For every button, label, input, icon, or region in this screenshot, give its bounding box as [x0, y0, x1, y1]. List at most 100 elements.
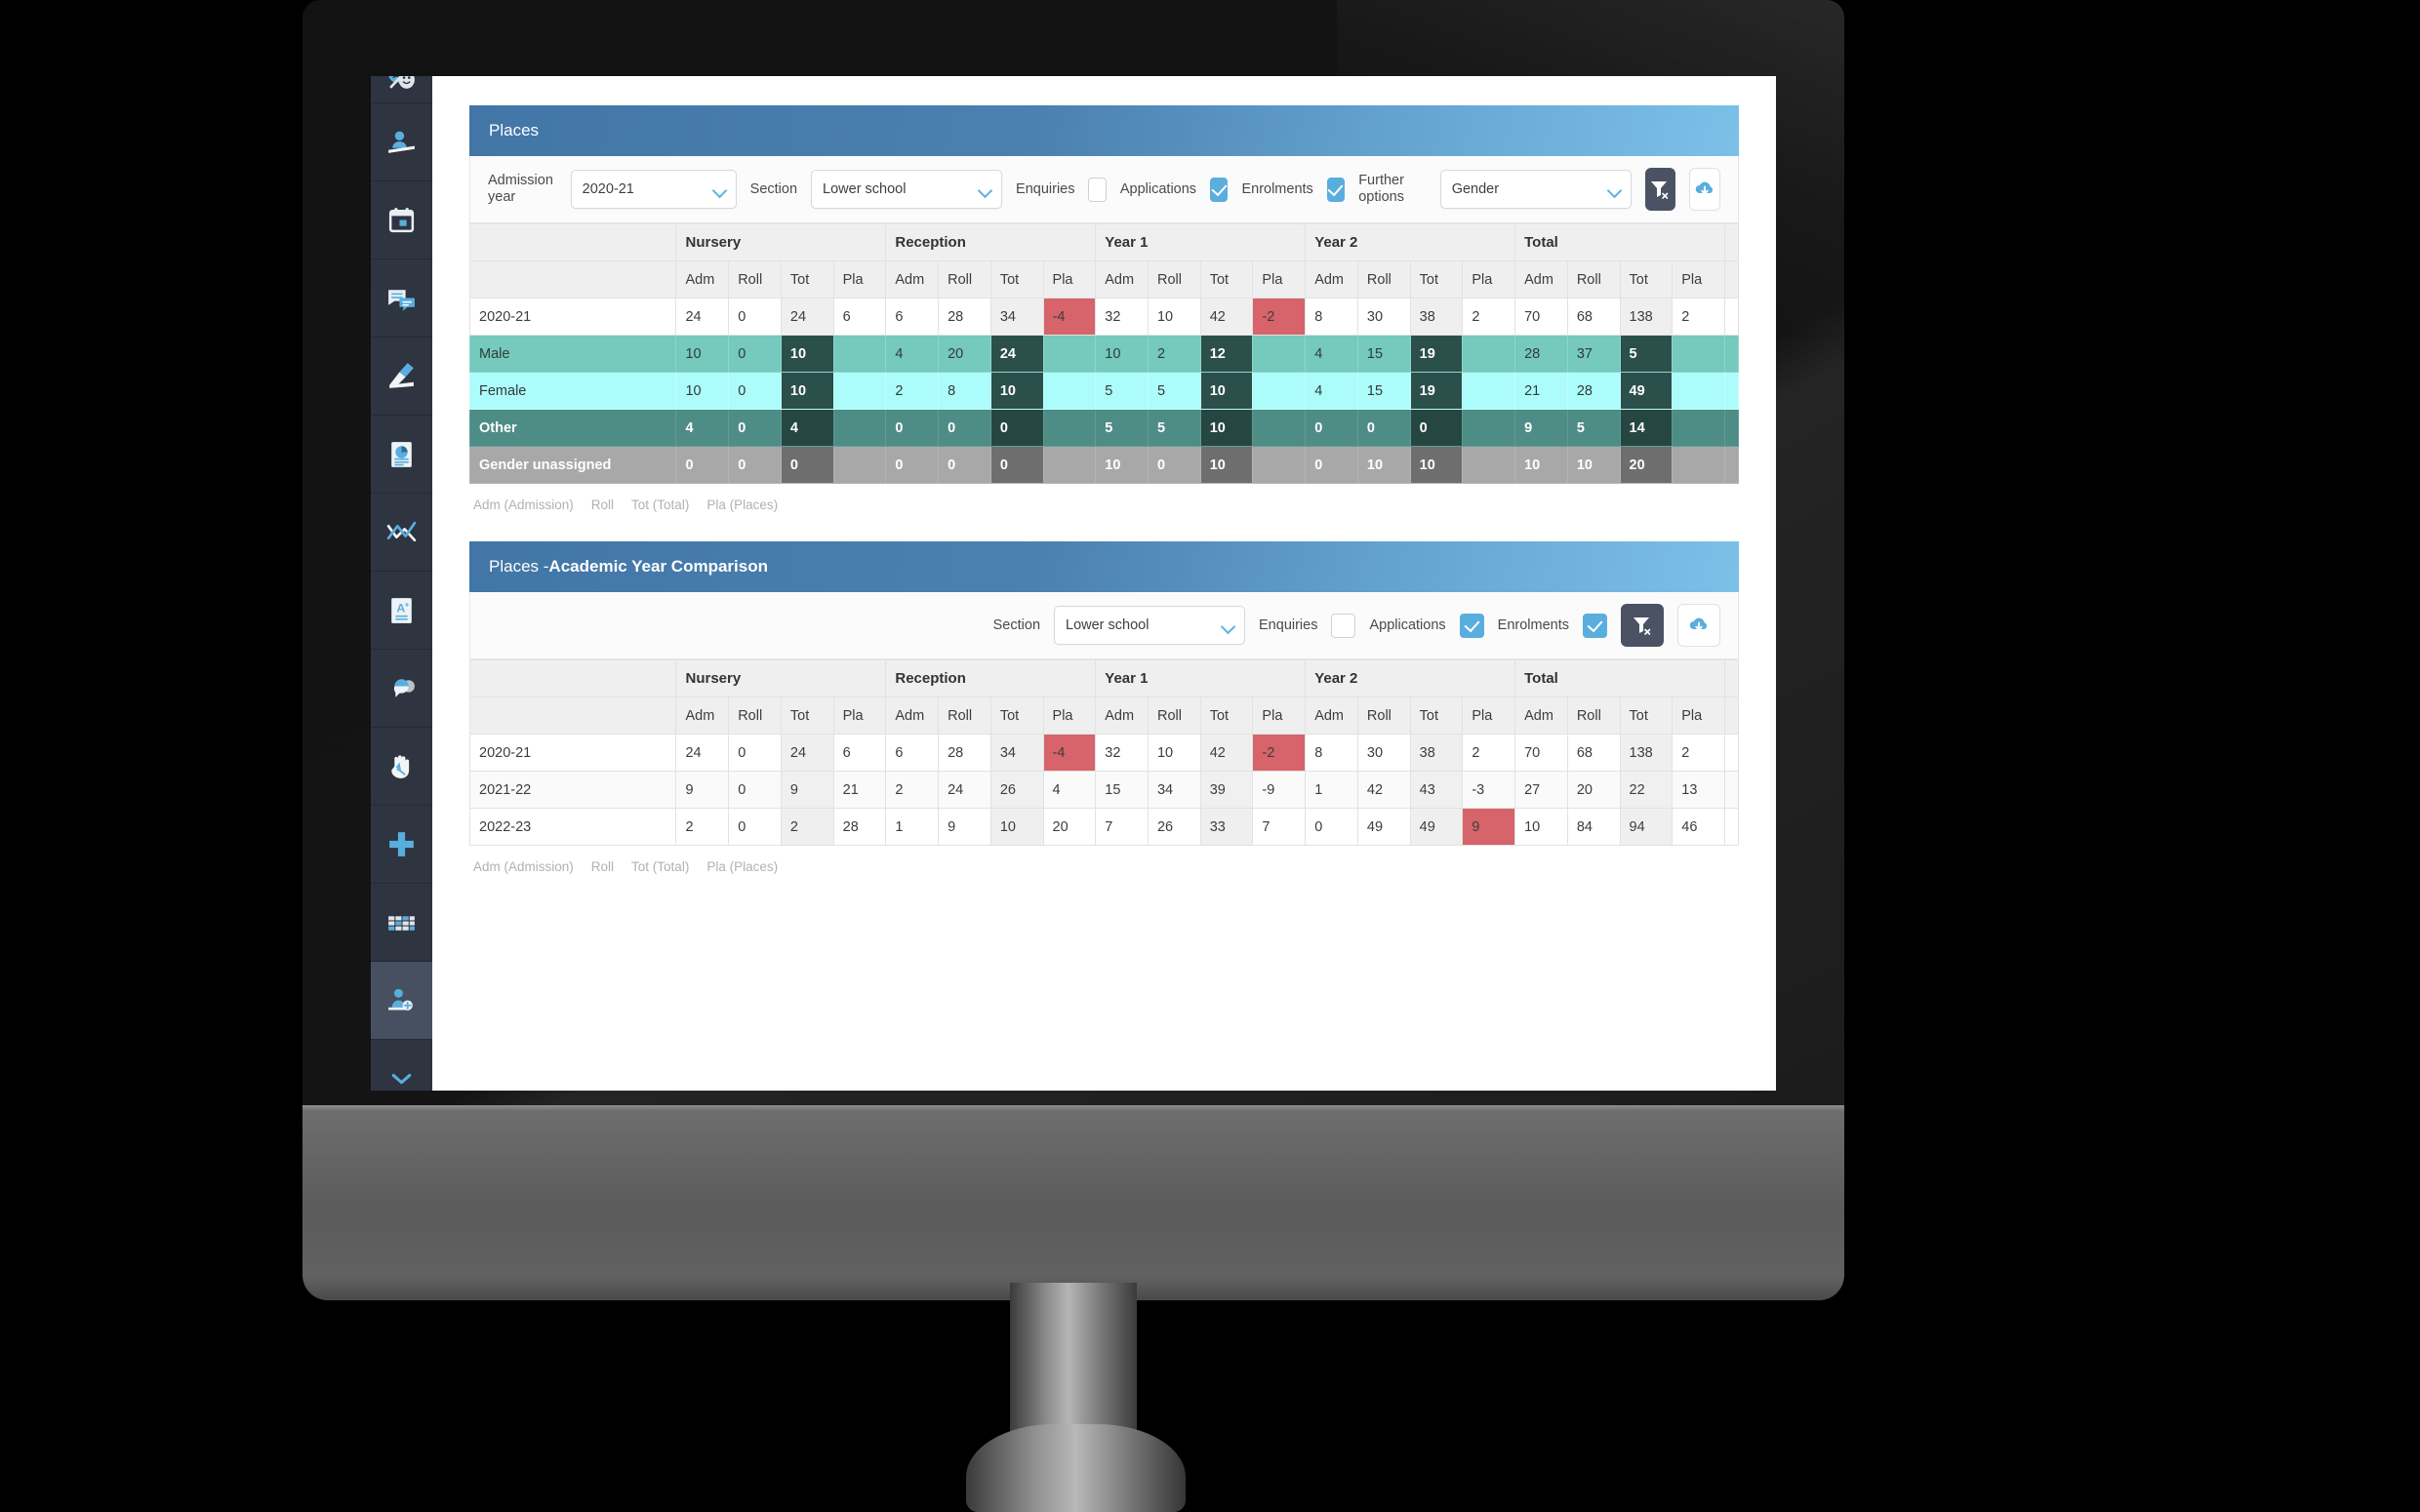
table-row[interactable]: 2021-22 9 0 9 21 2 24 26 4 15 34 39 -9 1 42 43 -3 27 20 22 1… [468, 771, 1739, 809]
column-group-header: Reception [885, 223, 1097, 261]
cell-value: 9 [938, 808, 991, 846]
cell-total: 10 [780, 372, 834, 410]
cell-value: 34 [1147, 771, 1201, 809]
cell-total: 19 [1409, 335, 1464, 373]
sidebar-item-more[interactable] [371, 1040, 432, 1091]
cell-value: 20 [1566, 771, 1621, 809]
table-row[interactable]: Male 10 0 10 4 20 24 10 2 12 4 15 19 28 37 5 [468, 335, 1739, 373]
admissions-add-person-icon [388, 988, 413, 1011]
sidebar-item-calendar[interactable] [371, 181, 432, 259]
row-label: Other [468, 409, 677, 447]
cell-value: 0 [885, 409, 940, 447]
table-row[interactable]: Female 10 0 10 2 8 10 5 5 10 4 15 19 21 28 49 [468, 372, 1739, 410]
comparison-applications-checkbox[interactable] [1459, 613, 1484, 638]
group-header-tail [1724, 659, 1739, 697]
cell-value: 7 [1095, 808, 1149, 846]
filter-clear-icon [1651, 181, 1669, 199]
column-sub-header: Adm [1305, 260, 1358, 298]
cell-value: 10 [1566, 446, 1621, 484]
row-label: 2020-21 [468, 734, 677, 772]
cell-total: 19 [1409, 372, 1464, 410]
sidebar-item-feedback[interactable] [371, 650, 432, 728]
table-row[interactable]: 2020-21 24 0 24 6 6 28 34 -4 32 10 42 -2 8 30 38 2 70 68 13… [468, 298, 1739, 336]
cell-places-alert: -3 [1462, 771, 1516, 809]
row-tail [1724, 808, 1739, 846]
sidebar-item-grades[interactable]: A + [371, 572, 432, 650]
sidebar-item-registration[interactable] [371, 338, 432, 416]
legend-item: Adm (Admission) [473, 497, 574, 512]
drama-masks-icon [388, 76, 415, 89]
cell-value: 5 [1566, 409, 1621, 447]
sidebar-item-drama[interactable] [371, 76, 432, 103]
cell-places-alert: 9 [1462, 808, 1516, 846]
row-label: Male [468, 335, 677, 373]
table-row[interactable]: 2022-23 2 0 2 28 1 9 10 20 7 26 33 7 0 49 49 9 10 84 94 46 [468, 808, 1739, 846]
cell-value: 49 [1356, 808, 1411, 846]
admission-year-select[interactable]: 2020-21 [570, 170, 737, 209]
cell-value: 20 [938, 335, 991, 373]
comparison-section-select[interactable]: Lower school [1054, 606, 1246, 645]
sidebar-item-alumni[interactable] [371, 103, 432, 181]
cell-value: 2 [1147, 335, 1201, 373]
sidebar-item-analytics[interactable] [371, 494, 432, 572]
column-sub-header: Pla [1252, 260, 1307, 298]
enquiries-checkbox[interactable] [1088, 177, 1107, 202]
timetable-grid-icon [388, 916, 415, 931]
cell-value: 10 [1095, 335, 1149, 373]
column-sub-header: Pla [1042, 260, 1097, 298]
cell-value: 6 [885, 298, 940, 336]
column-sub-header: Adm [885, 260, 940, 298]
comparison-enrolments-checkbox[interactable] [1583, 613, 1607, 638]
column-sub-header: Roll [1147, 696, 1201, 735]
cell-value: 5 [1147, 372, 1201, 410]
comparison-clear-filter-button[interactable] [1621, 604, 1664, 647]
cell-value: 42 [1356, 771, 1411, 809]
cell-value [832, 446, 887, 484]
sidebar-item-admissions[interactable] [371, 962, 432, 1040]
column-group-header: Total [1514, 659, 1726, 697]
sidebar-item-medical[interactable] [371, 806, 432, 884]
sidebar-item-pastoral[interactable] [371, 728, 432, 806]
download-button[interactable] [1689, 168, 1720, 211]
cell-value: 10 [1514, 808, 1568, 846]
sidebar-item-timetable[interactable] [371, 884, 432, 962]
cell-value: 4 [885, 335, 940, 373]
further-options-select[interactable]: Gender [1439, 170, 1632, 209]
column-sub-header: Pla [1462, 260, 1516, 298]
section-value: Lower school [823, 181, 907, 197]
column-sub-header: Tot [1409, 260, 1464, 298]
comparison-section-value: Lower school [1066, 617, 1150, 633]
cell-total: 14 [1619, 409, 1674, 447]
table-row[interactable]: 2020-21 24 0 24 6 6 28 34 -4 32 10 42 -2 8 30 38 2 70 68 13… [468, 734, 1739, 772]
cell-value [1672, 409, 1726, 447]
column-sub-header: Roll [1566, 696, 1621, 735]
cell-places-alert: -9 [1252, 771, 1307, 809]
places-sub-header-row: Adm Roll Tot Pla Adm Roll Tot Pla Adm Roll Tot Pla A… [468, 260, 1739, 298]
sidebar-item-reports[interactable] [371, 416, 432, 494]
enrolments-checkbox[interactable] [1326, 177, 1346, 202]
comparison-enquiries-checkbox[interactable] [1331, 613, 1356, 638]
applications-checkbox[interactable] [1210, 177, 1229, 202]
cell-value: 10 [1514, 446, 1568, 484]
section-select[interactable]: Lower school [811, 170, 1003, 209]
cell-value: 8 [1305, 734, 1358, 772]
column-sub-header: Tot [1619, 260, 1674, 298]
enquiries-label: Enquiries [1016, 180, 1075, 197]
cell-value: 24 [675, 734, 730, 772]
applications-label: Applications [1119, 180, 1197, 197]
sidebar-item-communications[interactable] [371, 259, 432, 338]
clear-filter-button[interactable] [1644, 168, 1676, 211]
comparison-download-button[interactable] [1677, 604, 1720, 647]
cell-value: 9 [1514, 409, 1568, 447]
cell-total: 33 [1199, 808, 1254, 846]
table-row[interactable]: Gender unassigned 0 0 0 0 0 0 10 0 10 0 10 10 10 10 20 [468, 446, 1739, 484]
table-row[interactable]: Other 4 0 4 0 0 0 5 5 10 0 0 0 9 5 14 [468, 409, 1739, 447]
cell-value: 1 [885, 808, 940, 846]
cell-value: 0 [728, 771, 782, 809]
chevron-down-icon [1220, 618, 1236, 635]
medical-cross-icon [389, 832, 414, 856]
section-label: Section [749, 180, 798, 197]
cell-value: 2 [1672, 734, 1726, 772]
column-group-header: Year 1 [1095, 659, 1307, 697]
column-sub-header: Tot [780, 696, 834, 735]
